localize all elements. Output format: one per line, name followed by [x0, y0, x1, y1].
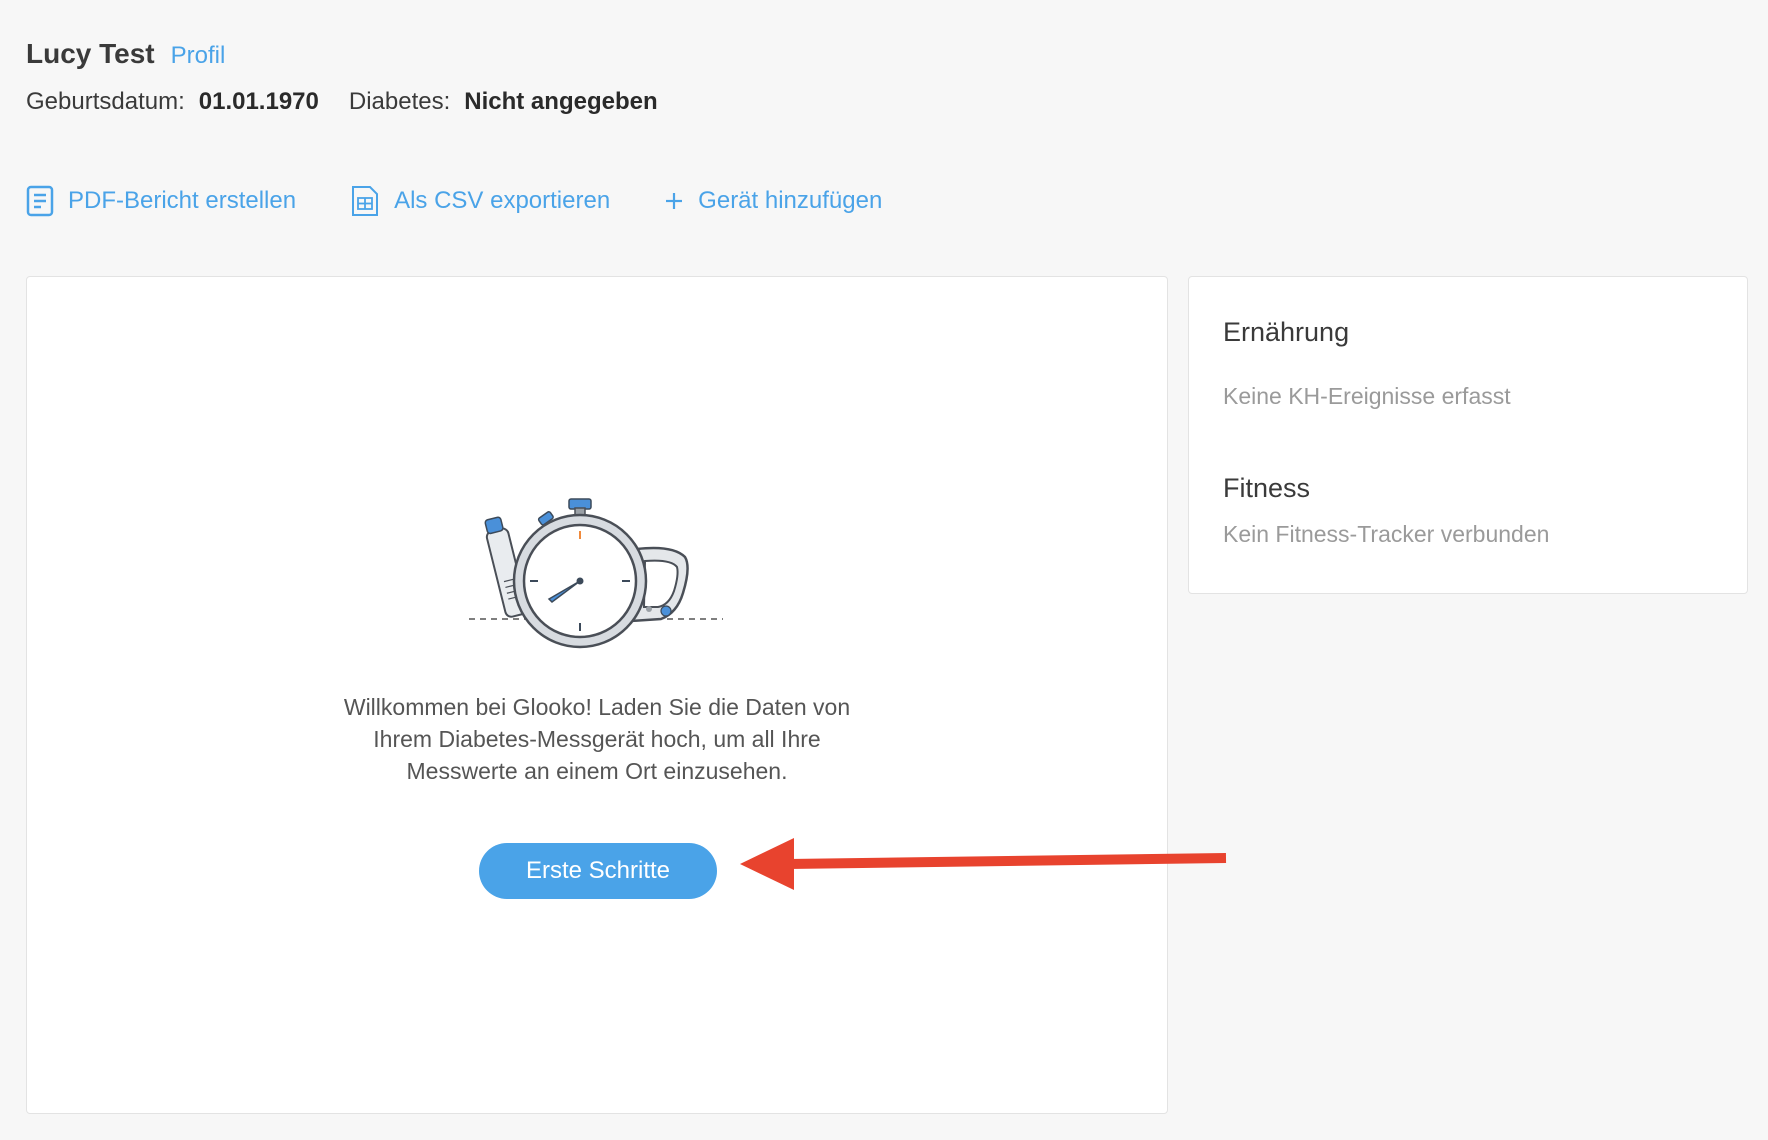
- name-row: Lucy Test Profil: [26, 38, 658, 70]
- add-device-button[interactable]: Gerät hinzufügen: [664, 187, 882, 215]
- fitness-status: Kein Fitness-Tracker verbunden: [1223, 521, 1550, 547]
- nutrition-status: Keine KH-Ereignisse erfasst: [1223, 383, 1511, 409]
- table-file-icon: [350, 184, 380, 218]
- welcome-message: Willkommen bei Glooko! Laden Sie die Dat…: [343, 694, 851, 784]
- plus-icon: [664, 191, 684, 211]
- profile-link[interactable]: Profil: [171, 42, 226, 70]
- csv-export-button[interactable]: Als CSV exportieren: [350, 184, 610, 218]
- pdf-report-button[interactable]: PDF-Bericht erstellen: [26, 185, 296, 217]
- patient-header: Lucy Test Profil Geburtsdatum: 01.01.197…: [26, 38, 658, 116]
- csv-export-label: Als CSV exportieren: [394, 187, 611, 214]
- document-icon: [26, 185, 54, 217]
- nutrition-title: Ernährung: [1223, 317, 1350, 347]
- birthdate-value: 01.01.1970: [198, 88, 319, 115]
- welcome-card: Willkommen bei Glooko! Laden Sie die Dat…: [26, 276, 1168, 1114]
- diabetes-label: Diabetes:: [348, 88, 451, 115]
- fitness-title: Fitness: [1223, 473, 1311, 503]
- annotation-arrow-icon: [740, 838, 1227, 890]
- patient-info-row: Geburtsdatum: 01.01.1970 Diabetes: Nicht…: [26, 88, 658, 116]
- add-device-label: Gerät hinzufügen: [698, 187, 883, 214]
- summary-card: Ernährung Keine KH-Ereignisse erfasst Fi…: [1188, 276, 1748, 594]
- pdf-report-label: PDF-Bericht erstellen: [68, 187, 297, 214]
- action-bar: PDF-Bericht erstellen Als CSV exportiere…: [26, 184, 936, 218]
- birthdate-label: Geburtsdatum:: [26, 88, 185, 115]
- get-started-button[interactable]: Erste Schritte: [479, 843, 717, 899]
- patient-name: Lucy Test: [26, 38, 155, 69]
- diabetes-value: Nicht angegeben: [464, 88, 658, 115]
- stopwatch-devices-illustration: [469, 491, 729, 651]
